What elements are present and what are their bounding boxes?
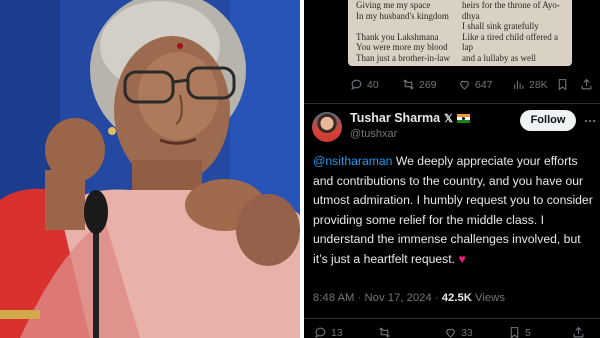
quoted-post-actions: 40 269 647 28K	[350, 78, 596, 94]
reply-icon	[315, 327, 326, 338]
meta-separator: ·	[431, 292, 442, 304]
share-icon	[581, 78, 592, 90]
bar-chart-icon	[514, 80, 524, 89]
quoted-media-image[interactable]: Giving me my space In my husband's kingd…	[348, 0, 572, 66]
tweet-meta: 8:48 AM · Nov 17, 2024 · 42.5K Views	[313, 292, 505, 304]
poem-left-column: Giving me my space In my husband's kingd…	[356, 0, 450, 64]
bookmark-action[interactable]	[556, 78, 569, 91]
author-name[interactable]: Tushar Sharma	[350, 111, 440, 125]
red-heart-icon: ♥	[458, 251, 466, 266]
tweet-actions: 13 33 5	[304, 326, 600, 338]
views-count-bold: 42.5K	[441, 292, 472, 304]
like-action[interactable]: 647	[458, 78, 493, 91]
like-count: 647	[475, 78, 493, 91]
reply-count: 40	[367, 78, 379, 91]
reply-count: 13	[331, 326, 343, 338]
poem-line: Giving me my space	[356, 0, 431, 10]
share-action[interactable]	[572, 326, 585, 338]
repost-icon	[403, 79, 414, 90]
poem-line: You were more my blood	[356, 42, 448, 53]
views-label: Views	[471, 292, 505, 304]
photo-illustration	[0, 0, 300, 338]
heart-outline-icon	[446, 328, 455, 338]
poem-right-column: heirs for the throne of Ayo- dhya I shal…	[462, 0, 560, 64]
bookmark-icon	[558, 79, 567, 91]
reply-action[interactable]: 40	[350, 78, 379, 91]
poem-line: In my husband's kingdom	[356, 10, 449, 21]
avatar[interactable]	[312, 112, 342, 142]
repost-action[interactable]	[378, 326, 391, 338]
poem-line: Than just a brother-in-law	[356, 52, 451, 63]
bookmark-count: 5	[525, 326, 531, 338]
divider-line	[304, 318, 600, 319]
reply-action[interactable]: 13	[314, 326, 343, 338]
like-action[interactable]: 33	[444, 326, 473, 338]
poem-line: dhya	[462, 10, 480, 21]
poem-line: heirs for the throne of Ayo-	[462, 0, 560, 10]
reply-icon	[351, 79, 362, 90]
tweet-panel: Giving me my space In my husband's kingd…	[304, 0, 600, 338]
share-action[interactable]	[580, 78, 593, 91]
follow-button[interactable]: Follow	[520, 110, 576, 131]
views-action[interactable]: 5	[508, 326, 531, 338]
repost-action[interactable]: 269	[402, 78, 437, 91]
bookmark-icon	[510, 327, 519, 338]
share-icon	[573, 326, 584, 338]
poem-line: I shall sink gratefully	[462, 21, 539, 32]
poem-line: Like a tired child offered a	[462, 31, 559, 42]
author-name-line[interactable]: Tushar Sharma 𝕏	[350, 111, 470, 125]
divider-line	[304, 103, 600, 104]
author-handle[interactable]: @tushxar	[350, 128, 397, 140]
repost-icon	[379, 327, 390, 338]
heart-outline-icon	[460, 80, 469, 90]
poem-line: and a lullaby as well	[462, 52, 536, 63]
poem-line: lap	[462, 42, 473, 53]
poem-line: Thank you Lakshmana	[356, 31, 439, 42]
like-count: 33	[461, 326, 473, 338]
tweet-text: @nsitharaman We deeply appreciate your e…	[313, 152, 596, 269]
meta-separator: ·	[354, 292, 365, 304]
tweet-time[interactable]: 8:48 AM	[313, 292, 354, 304]
poem-line	[356, 21, 450, 32]
tweet-date[interactable]: Nov 17, 2024	[365, 292, 432, 304]
views-count: 28K	[529, 78, 548, 91]
more-options-icon[interactable]	[583, 114, 597, 128]
india-flag-icon	[456, 113, 470, 123]
repost-count: 269	[419, 78, 437, 91]
x-logo-icon: 𝕏	[444, 112, 453, 125]
news-photo	[0, 0, 300, 338]
tweet-body: We deeply appreciate your efforts and co…	[313, 154, 593, 266]
views-action[interactable]: 28K	[512, 78, 548, 91]
mention-link[interactable]: @nsitharaman	[313, 154, 392, 168]
